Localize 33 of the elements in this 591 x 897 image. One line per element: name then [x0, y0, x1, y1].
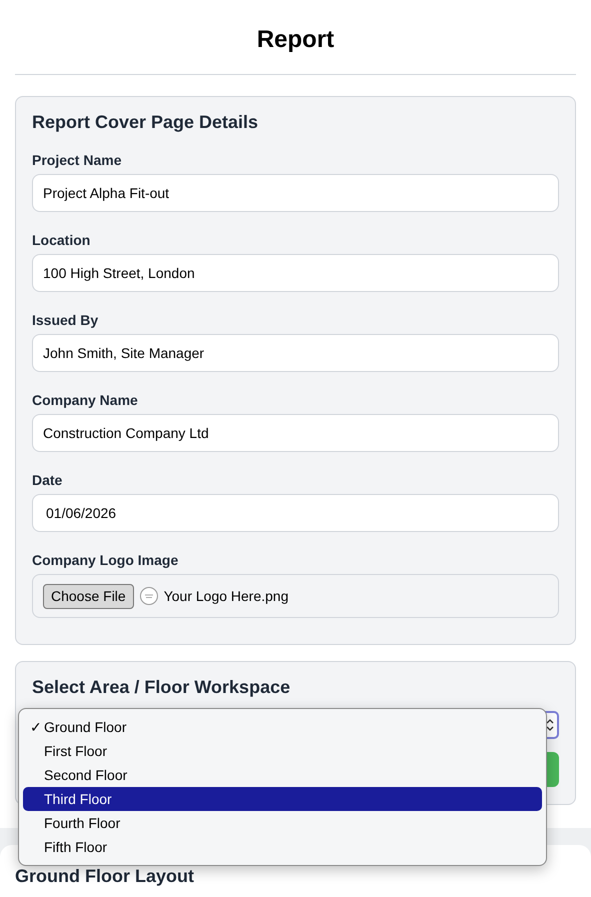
option-label: First Floor	[44, 742, 107, 760]
dropdown-option[interactable]: Second Floor	[23, 763, 542, 787]
page-title: Report	[256, 25, 336, 55]
option-label: Fourth Floor	[44, 814, 120, 832]
section-heading: Ground Floor Layout	[15, 865, 195, 888]
option-label: Third Floor	[44, 790, 112, 808]
section-heading: Select Area / Floor Workspace	[32, 676, 292, 699]
input-field[interactable]: John Smith, Site Manager	[32, 334, 559, 372]
field-label: Location	[32, 231, 92, 250]
date-field[interactable]: 01/06/2026	[32, 494, 559, 532]
field-label: Company Name	[32, 391, 139, 410]
option-label: Fifth Floor	[44, 838, 108, 856]
file-name: Your Logo Here.png	[164, 586, 289, 606]
dropdown-option[interactable]: Fourth Floor	[23, 811, 542, 835]
input-field[interactable]: Project Alpha Fit-out	[32, 174, 559, 212]
field-label: Issued By	[32, 311, 100, 330]
check-mark: ✓	[30, 718, 42, 736]
input-field[interactable]: Construction Company Ltd	[32, 414, 559, 452]
option-label: Ground Floor	[44, 718, 126, 736]
dropdown-option[interactable]: Fifth Floor	[23, 835, 542, 859]
dropdown-option[interactable]: ✓Ground Floor	[23, 715, 542, 739]
section-heading: Report Cover Page Details	[32, 111, 260, 134]
field-label: Project Name	[32, 151, 122, 170]
field-label: Company Logo Image	[32, 551, 180, 570]
file-field[interactable]: Choose File Your Logo Here.png	[32, 574, 559, 618]
choose-file-button[interactable]: Choose File	[43, 584, 134, 608]
dropdown-option[interactable]: Third Floor	[23, 787, 542, 811]
logo-thumbnail-icon	[138, 586, 159, 606]
option-label: Second Floor	[44, 766, 128, 784]
field-label: Date	[32, 471, 64, 490]
dropdown-option[interactable]: First Floor	[23, 739, 542, 763]
input-field[interactable]: 100 High Street, London	[32, 254, 559, 292]
chevron-icon	[546, 718, 554, 732]
